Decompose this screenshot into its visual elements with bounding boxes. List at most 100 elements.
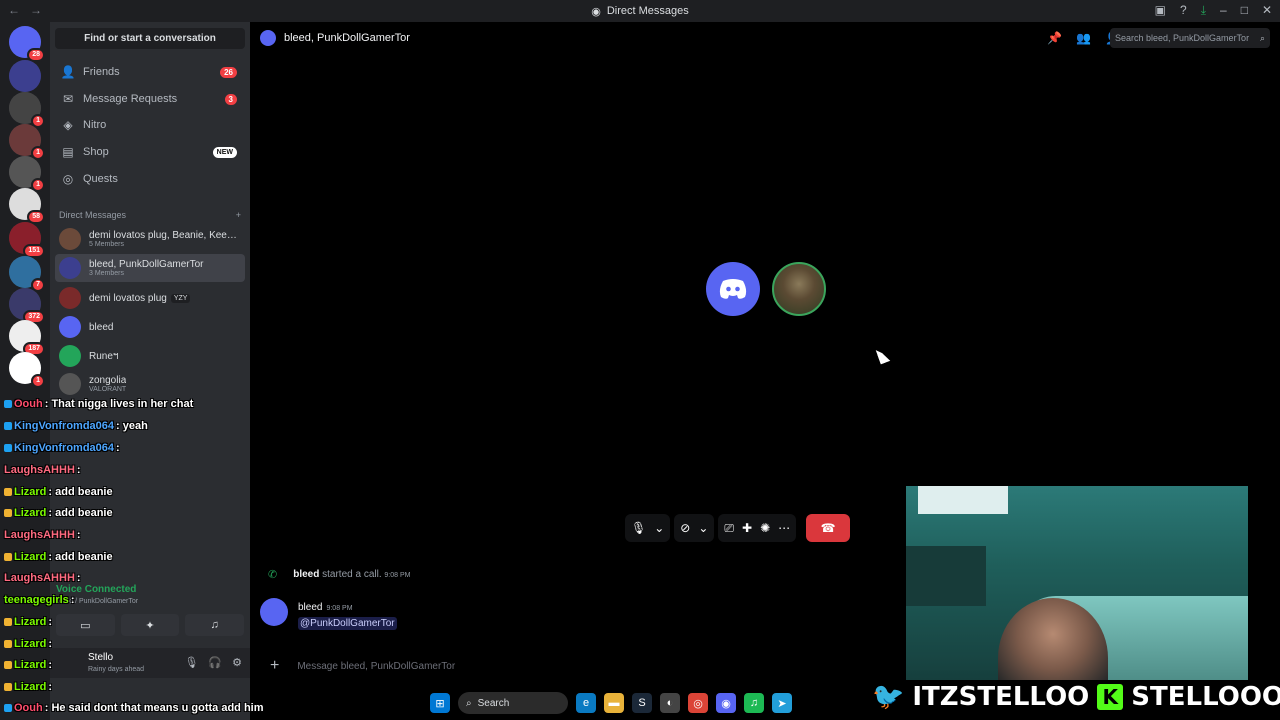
dm-name: demi lovatos plug <box>89 292 167 304</box>
edge-icon[interactable]: e <box>576 693 596 713</box>
chat-text: : He said dont that means u gotta add hi… <box>44 702 264 714</box>
add-attachment-icon[interactable]: + <box>270 657 279 675</box>
maximize-icon[interactable]: □ <box>1241 3 1248 18</box>
mic-icon[interactable]: 🎙 <box>184 656 198 669</box>
forward-arrow-icon[interactable]: → <box>30 3 42 17</box>
message-composer[interactable]: + Message bleed, PunkDollGamerTor <box>260 650 900 682</box>
close-icon[interactable]: ✕ <box>1262 3 1272 18</box>
dm-item-active[interactable]: bleed, PunkDollGamerTor 3 Members <box>55 254 245 282</box>
nav-label: Quests <box>83 173 118 185</box>
server-icon[interactable]: 187 <box>9 320 45 356</box>
discord-logo-icon: ◉ <box>591 5 601 18</box>
dm-name: bleed <box>89 321 114 333</box>
chrome-icon[interactable]: ◎ <box>688 693 708 713</box>
soundboard-icon[interactable]: ✺ <box>760 521 770 535</box>
chatter-name: Oouh <box>14 702 43 714</box>
twitter-handle: ITZSTELLOO <box>912 682 1090 712</box>
minimize-icon[interactable]: – <box>1220 3 1227 18</box>
home-button[interactable]: 28 <box>9 26 45 62</box>
help-icon[interactable]: ? <box>1180 3 1187 18</box>
avatar <box>59 257 81 279</box>
dm-section-header: Direct Messages + <box>59 210 241 220</box>
chat-text: : <box>48 638 53 650</box>
server-icon[interactable]: 1 <box>9 92 45 128</box>
taskbar-search-label: Search <box>477 697 510 709</box>
chat-overlay-line: Oouh: That nigga lives in her chat <box>4 398 193 410</box>
chatter-name: teenagegirls <box>4 594 69 606</box>
dm-item[interactable]: bleed <box>55 313 245 341</box>
chatter-name: KingVonfromda064 <box>14 420 115 432</box>
server-icon[interactable]: 151 <box>9 222 45 258</box>
dm-item[interactable]: zongolia VALORANT <box>55 370 245 398</box>
nav-nitro[interactable]: ◈ Nitro <box>55 112 245 138</box>
pin-icon[interactable]: 📌 <box>1047 31 1062 45</box>
camera-toggle-button[interactable]: ⊘ ⌄ <box>674 514 715 542</box>
chat-overlay-line: Oouh: He said dont that means u gotta ad… <box>4 702 264 714</box>
server-icon[interactable]: 1 <box>9 352 45 388</box>
server-icon[interactable] <box>9 60 41 92</box>
dm-item[interactable]: demi lovatos plug YZY <box>55 284 245 312</box>
chatter-name: Lizard <box>14 638 47 650</box>
nav-message-requests[interactable]: ✉ Message Requests 3 <box>55 86 245 112</box>
message-author[interactable]: bleed <box>298 602 322 613</box>
dm-item[interactable]: demi lovatos plug, Beanie, Keep... 5 Memb… <box>55 225 245 253</box>
chat-overlay-line: teenagegirls: <box>4 594 74 606</box>
download-icon[interactable]: ⤓ <box>1201 3 1206 18</box>
chat-text: : yeah <box>116 420 148 432</box>
add-dm-icon[interactable]: + <box>236 210 241 220</box>
system-user[interactable]: bleed <box>293 569 319 580</box>
inbox-icon[interactable]: ▣ <box>1155 3 1166 18</box>
nav-label: Nitro <box>83 119 107 131</box>
spotify-icon[interactable]: ♫ <box>744 693 764 713</box>
camera-button[interactable]: ▭ <box>56 614 115 636</box>
file-explorer-icon[interactable]: ▬ <box>604 693 624 713</box>
participant-avatar[interactable] <box>772 262 826 316</box>
nav-friends[interactable]: 👤 Friends 26 <box>55 59 245 85</box>
chevron-down-icon: ⌄ <box>654 521 665 535</box>
nav-shop[interactable]: ▤ Shop NEW <box>55 139 245 165</box>
chat-text: : <box>116 442 120 454</box>
server-icon[interactable]: 372 <box>9 288 45 324</box>
hang-up-button[interactable]: ☎ <box>806 514 851 542</box>
headphones-icon[interactable]: 🎧 <box>208 656 222 669</box>
badge-icon <box>4 444 12 452</box>
search-input[interactable]: Search bleed, PunkDollGamerTor ⌕ <box>1110 28 1270 48</box>
activities-icon[interactable]: ✚ <box>742 521 752 535</box>
server-icon[interactable]: 1 <box>9 156 45 192</box>
social-banner: 🐦 ITZSTELLOO K STELLOOO <box>872 682 1280 712</box>
taskbar-search[interactable]: ⌕ Search <box>458 692 568 714</box>
settings-gear-icon[interactable]: ⚙ <box>232 656 242 669</box>
telegram-icon[interactable]: ➤ <box>772 693 792 713</box>
find-conversation-button[interactable]: Find or start a conversation <box>55 28 245 49</box>
chatter-name: Lizard <box>14 486 47 498</box>
server-icon[interactable]: 58 <box>9 188 45 224</box>
nitro-icon: ◈ <box>63 118 73 132</box>
screen-share-icon[interactable]: ⎚ <box>724 521 734 536</box>
chat-text: : <box>48 681 53 693</box>
search-icon: ⌕ <box>466 697 472 709</box>
nav-quests[interactable]: ◎ Quests <box>55 166 245 192</box>
activity-button[interactable]: ✦ <box>120 614 180 636</box>
chat-text: : <box>76 529 81 541</box>
chat-overlay-line: LaughsAHHH: <box>4 529 81 541</box>
back-arrow-icon[interactable]: ← <box>8 3 20 17</box>
windows-taskbar: ⊞ ⌕ Search e ▬ S ◐ ◎ ◉ ♫ ➤ <box>430 692 792 714</box>
windows-start-icon[interactable]: ⊞ <box>430 693 450 713</box>
twitter-bird-icon: 🐦 <box>872 682 905 712</box>
soundboard-button[interactable]: ♫ <box>185 614 245 636</box>
participant-avatar[interactable] <box>706 262 760 316</box>
more-options-icon[interactable]: ⋯ <box>778 521 790 535</box>
mic-toggle-button[interactable]: 🎙 ⌄ <box>625 514 671 542</box>
avatar <box>59 373 81 395</box>
avatar[interactable] <box>260 598 288 626</box>
user-mention[interactable]: @PunkDollGamerTor <box>298 617 397 630</box>
server-icon[interactable]: 7 <box>9 256 45 292</box>
app-icon[interactable]: ◐ <box>660 693 680 713</box>
steam-icon[interactable]: S <box>632 693 652 713</box>
dm-item[interactable]: Runeฯ <box>55 342 245 370</box>
add-friends-icon[interactable]: 👥 <box>1076 31 1091 45</box>
server-icon[interactable]: 1 <box>9 124 45 160</box>
discord-taskbar-icon[interactable]: ◉ <box>716 693 736 713</box>
phone-hangup-icon: ☎ <box>820 521 836 535</box>
user-name: Stello <box>88 652 114 663</box>
